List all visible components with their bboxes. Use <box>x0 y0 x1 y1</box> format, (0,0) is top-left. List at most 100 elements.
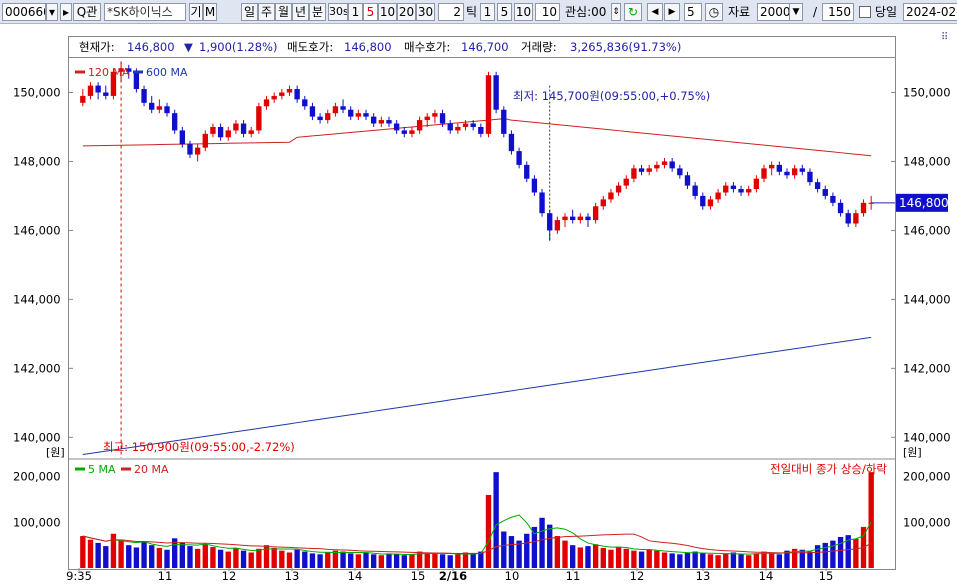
volume-bar <box>401 555 407 568</box>
candle-body <box>202 133 208 148</box>
grid-lines <box>69 91 895 571</box>
candle-body <box>799 168 805 172</box>
volume-bar <box>623 548 629 568</box>
volume-bar <box>562 540 568 568</box>
x-tick-label: 12 <box>630 569 645 583</box>
candle-body <box>424 116 430 121</box>
volume-tick-label-left: 100,000 <box>13 515 61 529</box>
volume-bar <box>95 542 101 568</box>
volume-bar <box>302 551 308 568</box>
candle-body <box>623 178 629 186</box>
volume-bar <box>133 547 140 568</box>
volume-bar <box>592 544 599 568</box>
candle-body <box>485 75 492 134</box>
volume-bar <box>210 547 216 568</box>
volume-bar <box>730 552 737 568</box>
volume-bar <box>707 554 714 568</box>
candle-body <box>302 99 308 107</box>
price-volume-chart[interactable]: 150,000 150,000 148,000 148,000 146,000 146,0… <box>0 0 957 586</box>
candle-body <box>791 168 798 176</box>
volume-tick-label-right: 200,000 <box>903 470 951 484</box>
candle-body <box>822 189 828 196</box>
ma600-line <box>82 336 872 456</box>
x-tick-label: 14 <box>348 569 363 583</box>
volume-bar <box>646 549 652 568</box>
candle-body <box>554 220 561 231</box>
candle-body <box>248 130 254 134</box>
candle-body <box>187 144 193 155</box>
candle-body <box>317 116 323 121</box>
candle-body <box>516 151 522 165</box>
volume-bar <box>248 552 254 568</box>
candle-body <box>294 89 300 100</box>
annotation-low: 최저: 145,700원(09:55:00,+0.75%) <box>513 89 710 103</box>
y-tick-label-left: 140,000 <box>13 430 61 444</box>
volume-bar <box>233 547 239 568</box>
volume-bar <box>631 550 637 568</box>
candle-body <box>684 175 691 186</box>
volume-bar <box>156 547 163 568</box>
volume-bar <box>715 555 721 568</box>
volume-bar <box>455 554 461 568</box>
volume-bar <box>164 549 170 568</box>
y-tick-label-right: 142,000 <box>903 361 951 375</box>
volume-bar <box>830 540 836 568</box>
volume-bar <box>654 550 660 568</box>
candle-body <box>615 185 622 193</box>
candle-body <box>738 189 744 193</box>
candle-body <box>217 126 224 138</box>
candle-body <box>776 164 783 172</box>
x-tick-label: 9:35 <box>66 569 92 583</box>
candle-body <box>87 85 94 96</box>
candle-body <box>753 178 760 190</box>
volume-bar <box>807 551 813 568</box>
volume-bar <box>286 552 293 568</box>
volume-ma20-line <box>82 533 872 555</box>
candle-body <box>370 116 377 124</box>
volume-bar <box>317 554 323 568</box>
candles <box>80 61 874 241</box>
volume-bar <box>110 533 117 568</box>
candle-body <box>332 106 339 114</box>
volume-bar <box>585 546 591 568</box>
volume-bar <box>279 550 285 568</box>
candle-body <box>386 120 392 124</box>
candle-body <box>355 113 362 117</box>
y-axis-unit-left: [원] <box>46 446 65 459</box>
candle-body <box>768 164 775 169</box>
volume-bar <box>768 552 775 568</box>
candle-body <box>707 199 714 207</box>
volume-bar <box>485 494 492 568</box>
candle-body <box>432 113 438 117</box>
legend-label: 5 MA <box>88 463 116 476</box>
volume-bar <box>141 541 147 568</box>
volume-bar <box>409 554 415 568</box>
candle-body <box>325 113 331 121</box>
candle-body <box>103 92 109 96</box>
volume-bar <box>309 553 316 568</box>
volume-bar <box>294 549 300 568</box>
volume-bar <box>462 552 469 568</box>
volume-bar <box>103 546 109 568</box>
candle-body <box>600 199 606 207</box>
volume-bar <box>615 547 622 568</box>
x-tick-label: 10 <box>505 569 520 583</box>
candle-body <box>677 168 683 176</box>
legend-label: 20 MA <box>134 463 169 476</box>
volume-bar <box>187 546 193 568</box>
y-tick-label-left: 148,000 <box>13 154 61 168</box>
candle-body <box>156 106 163 110</box>
volume-bar <box>501 531 507 568</box>
ma120-line <box>82 118 872 157</box>
candle-body <box>531 178 538 193</box>
volume-bar <box>325 552 331 568</box>
candle-body <box>409 130 415 134</box>
candle-body <box>845 213 851 224</box>
candle-body <box>646 168 652 172</box>
x-tick-label: 14 <box>759 569 774 583</box>
volume-bar <box>493 472 499 568</box>
volume-bar <box>753 553 760 568</box>
volume-bar <box>853 538 859 568</box>
candle-body <box>225 130 231 138</box>
candle-body <box>478 126 484 134</box>
